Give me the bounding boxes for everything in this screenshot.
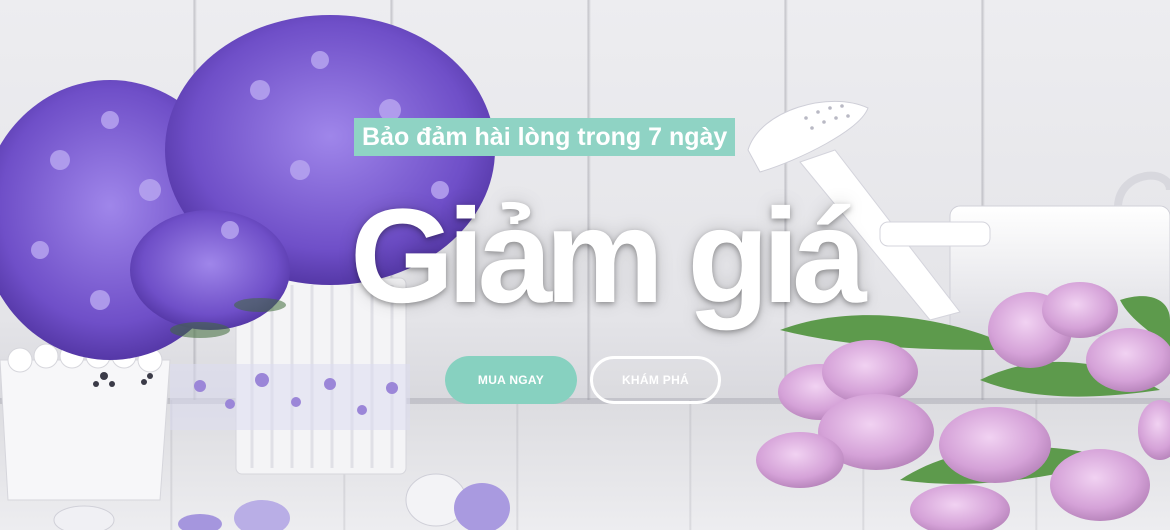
page-title: Giảm giá <box>350 182 867 331</box>
explore-button[interactable]: KHÁM PHÁ <box>590 356 721 404</box>
buy-now-button[interactable]: MUA NGAY <box>445 356 577 404</box>
guarantee-badge: Bảo đảm hài lòng trong 7 ngày <box>354 118 736 156</box>
hero-banner: Bảo đảm hài lòng trong 7 ngày Giảm giá M… <box>0 0 1170 530</box>
